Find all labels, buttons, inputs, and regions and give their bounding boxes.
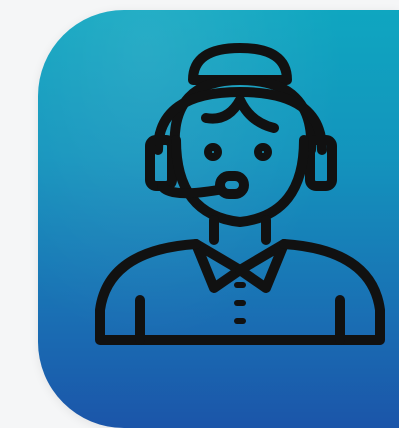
hair-fringe xyxy=(201,95,279,133)
right-eye xyxy=(254,143,272,161)
shirt-button-2 xyxy=(234,300,246,306)
shirt-button-3 xyxy=(234,318,246,324)
collar-right xyxy=(235,239,289,293)
customer-support-agent-icon xyxy=(95,43,385,345)
icon-canvas xyxy=(0,0,399,428)
shirt-button-1 xyxy=(234,282,246,288)
microphone xyxy=(215,171,249,199)
collar-left xyxy=(191,239,245,293)
left-eye xyxy=(204,143,222,161)
